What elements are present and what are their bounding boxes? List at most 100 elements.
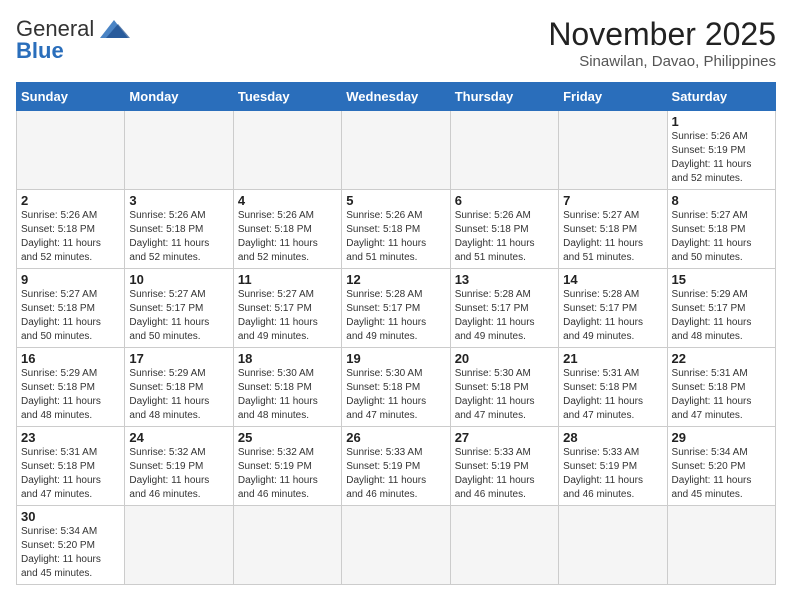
calendar-cell: 7Sunrise: 5:27 AM Sunset: 5:18 PM Daylig…: [559, 190, 667, 269]
calendar-cell: 3Sunrise: 5:26 AM Sunset: 5:18 PM Daylig…: [125, 190, 233, 269]
weekday-header-saturday: Saturday: [667, 83, 775, 111]
calendar-cell: 27Sunrise: 5:33 AM Sunset: 5:19 PM Dayli…: [450, 427, 558, 506]
weekday-header-row: SundayMondayTuesdayWednesdayThursdayFrid…: [17, 83, 776, 111]
cell-info: Sunrise: 5:30 AM Sunset: 5:18 PM Dayligh…: [346, 367, 445, 423]
calendar-cell: 23Sunrise: 5:31 AM Sunset: 5:18 PM Dayli…: [17, 427, 125, 506]
day-number: 8: [672, 193, 771, 208]
calendar-cell: 26Sunrise: 5:33 AM Sunset: 5:19 PM Dayli…: [342, 427, 450, 506]
calendar-cell: 29Sunrise: 5:34 AM Sunset: 5:20 PM Dayli…: [667, 427, 775, 506]
calendar-cell: 10Sunrise: 5:27 AM Sunset: 5:17 PM Dayli…: [125, 269, 233, 348]
cell-info: Sunrise: 5:34 AM Sunset: 5:20 PM Dayligh…: [21, 525, 120, 581]
cell-info: Sunrise: 5:28 AM Sunset: 5:17 PM Dayligh…: [455, 288, 554, 344]
cell-info: Sunrise: 5:26 AM Sunset: 5:18 PM Dayligh…: [129, 209, 228, 265]
calendar-cell: [667, 506, 775, 585]
calendar-cell: [450, 111, 558, 190]
calendar-cell: 5Sunrise: 5:26 AM Sunset: 5:18 PM Daylig…: [342, 190, 450, 269]
cell-info: Sunrise: 5:31 AM Sunset: 5:18 PM Dayligh…: [563, 367, 662, 423]
calendar-cell: 14Sunrise: 5:28 AM Sunset: 5:17 PM Dayli…: [559, 269, 667, 348]
calendar-cell: [342, 111, 450, 190]
header: General Blue November 2025 Sinawilan, Da…: [16, 16, 776, 70]
title-area: November 2025 Sinawilan, Davao, Philippi…: [548, 16, 776, 70]
location: Sinawilan, Davao, Philippines: [548, 53, 776, 70]
cell-info: Sunrise: 5:27 AM Sunset: 5:18 PM Dayligh…: [563, 209, 662, 265]
cell-info: Sunrise: 5:27 AM Sunset: 5:18 PM Dayligh…: [672, 209, 771, 265]
calendar-cell: [559, 111, 667, 190]
day-number: 9: [21, 272, 120, 287]
calendar-week-row: 16Sunrise: 5:29 AM Sunset: 5:18 PM Dayli…: [17, 348, 776, 427]
day-number: 4: [238, 193, 337, 208]
weekday-header-wednesday: Wednesday: [342, 83, 450, 111]
weekday-header-tuesday: Tuesday: [233, 83, 341, 111]
calendar-cell: 12Sunrise: 5:28 AM Sunset: 5:17 PM Dayli…: [342, 269, 450, 348]
day-number: 29: [672, 430, 771, 445]
day-number: 26: [346, 430, 445, 445]
calendar-cell: [17, 111, 125, 190]
day-number: 22: [672, 351, 771, 366]
cell-info: Sunrise: 5:26 AM Sunset: 5:19 PM Dayligh…: [672, 130, 771, 186]
day-number: 25: [238, 430, 337, 445]
calendar-cell: [125, 506, 233, 585]
cell-info: Sunrise: 5:26 AM Sunset: 5:18 PM Dayligh…: [346, 209, 445, 265]
calendar-week-row: 23Sunrise: 5:31 AM Sunset: 5:18 PM Dayli…: [17, 427, 776, 506]
calendar-cell: 25Sunrise: 5:32 AM Sunset: 5:19 PM Dayli…: [233, 427, 341, 506]
cell-info: Sunrise: 5:27 AM Sunset: 5:17 PM Dayligh…: [129, 288, 228, 344]
cell-info: Sunrise: 5:34 AM Sunset: 5:20 PM Dayligh…: [672, 446, 771, 502]
logo-icon: [96, 18, 132, 40]
day-number: 24: [129, 430, 228, 445]
calendar-cell: 19Sunrise: 5:30 AM Sunset: 5:18 PM Dayli…: [342, 348, 450, 427]
calendar-cell: 30Sunrise: 5:34 AM Sunset: 5:20 PM Dayli…: [17, 506, 125, 585]
day-number: 28: [563, 430, 662, 445]
cell-info: Sunrise: 5:26 AM Sunset: 5:18 PM Dayligh…: [455, 209, 554, 265]
cell-info: Sunrise: 5:29 AM Sunset: 5:18 PM Dayligh…: [21, 367, 120, 423]
calendar-cell: 17Sunrise: 5:29 AM Sunset: 5:18 PM Dayli…: [125, 348, 233, 427]
day-number: 14: [563, 272, 662, 287]
day-number: 6: [455, 193, 554, 208]
day-number: 18: [238, 351, 337, 366]
day-number: 20: [455, 351, 554, 366]
calendar-cell: [233, 506, 341, 585]
calendar-cell: 20Sunrise: 5:30 AM Sunset: 5:18 PM Dayli…: [450, 348, 558, 427]
day-number: 16: [21, 351, 120, 366]
calendar-cell: 18Sunrise: 5:30 AM Sunset: 5:18 PM Dayli…: [233, 348, 341, 427]
day-number: 23: [21, 430, 120, 445]
calendar-cell: 2Sunrise: 5:26 AM Sunset: 5:18 PM Daylig…: [17, 190, 125, 269]
weekday-header-monday: Monday: [125, 83, 233, 111]
cell-info: Sunrise: 5:33 AM Sunset: 5:19 PM Dayligh…: [455, 446, 554, 502]
calendar-cell: 28Sunrise: 5:33 AM Sunset: 5:19 PM Dayli…: [559, 427, 667, 506]
calendar-cell: 16Sunrise: 5:29 AM Sunset: 5:18 PM Dayli…: [17, 348, 125, 427]
calendar-cell: [125, 111, 233, 190]
day-number: 30: [21, 509, 120, 524]
calendar-cell: 6Sunrise: 5:26 AM Sunset: 5:18 PM Daylig…: [450, 190, 558, 269]
day-number: 17: [129, 351, 228, 366]
calendar-cell: [342, 506, 450, 585]
cell-info: Sunrise: 5:27 AM Sunset: 5:18 PM Dayligh…: [21, 288, 120, 344]
day-number: 12: [346, 272, 445, 287]
day-number: 11: [238, 272, 337, 287]
cell-info: Sunrise: 5:28 AM Sunset: 5:17 PM Dayligh…: [563, 288, 662, 344]
cell-info: Sunrise: 5:27 AM Sunset: 5:17 PM Dayligh…: [238, 288, 337, 344]
day-number: 21: [563, 351, 662, 366]
calendar-week-row: 9Sunrise: 5:27 AM Sunset: 5:18 PM Daylig…: [17, 269, 776, 348]
calendar-cell: [233, 111, 341, 190]
calendar-cell: 4Sunrise: 5:26 AM Sunset: 5:18 PM Daylig…: [233, 190, 341, 269]
cell-info: Sunrise: 5:29 AM Sunset: 5:17 PM Dayligh…: [672, 288, 771, 344]
cell-info: Sunrise: 5:32 AM Sunset: 5:19 PM Dayligh…: [238, 446, 337, 502]
day-number: 5: [346, 193, 445, 208]
calendar: SundayMondayTuesdayWednesdayThursdayFrid…: [16, 82, 776, 585]
calendar-cell: 9Sunrise: 5:27 AM Sunset: 5:18 PM Daylig…: [17, 269, 125, 348]
cell-info: Sunrise: 5:30 AM Sunset: 5:18 PM Dayligh…: [455, 367, 554, 423]
calendar-week-row: 1Sunrise: 5:26 AM Sunset: 5:19 PM Daylig…: [17, 111, 776, 190]
day-number: 7: [563, 193, 662, 208]
cell-info: Sunrise: 5:31 AM Sunset: 5:18 PM Dayligh…: [672, 367, 771, 423]
calendar-cell: 1Sunrise: 5:26 AM Sunset: 5:19 PM Daylig…: [667, 111, 775, 190]
calendar-cell: 21Sunrise: 5:31 AM Sunset: 5:18 PM Dayli…: [559, 348, 667, 427]
day-number: 1: [672, 114, 771, 129]
month-title: November 2025: [548, 16, 776, 53]
cell-info: Sunrise: 5:33 AM Sunset: 5:19 PM Dayligh…: [346, 446, 445, 502]
day-number: 3: [129, 193, 228, 208]
calendar-cell: [450, 506, 558, 585]
day-number: 10: [129, 272, 228, 287]
weekday-header-friday: Friday: [559, 83, 667, 111]
logo: General Blue: [16, 16, 132, 64]
day-number: 2: [21, 193, 120, 208]
